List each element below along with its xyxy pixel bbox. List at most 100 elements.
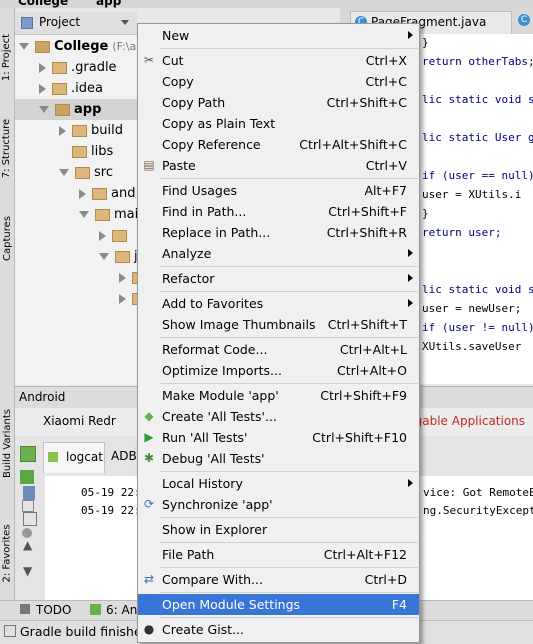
compare-icon: ⇄ [143,572,155,586]
menu-item-shortcut: Ctrl+Shift+F9 [320,388,407,403]
chevron-down-icon[interactable] [19,43,29,50]
menu-item-show-image-thumbnails[interactable]: Show Image Thumbnails Ctrl+Shift+T [138,314,419,335]
chevron-right-icon[interactable] [39,83,46,94]
menu-item-label: Reformat Code... [162,342,268,357]
tree-item[interactable]: College (F:\ab [15,36,143,57]
menu-item-shortcut: Ctrl+Alt+O [337,363,407,378]
project-icon [21,17,33,29]
menu-item-optimize-imports[interactable]: Optimize Imports... Ctrl+Alt+O [138,360,419,381]
breadcrumb: College app [0,0,533,8]
chevron-down-icon[interactable] [59,169,69,176]
menu-separator [160,178,418,179]
menu-item-debug-all-tests[interactable]: ✱ Debug 'All Tests' [138,448,419,469]
java-class-icon[interactable]: C [518,14,530,26]
arrow-down-icon[interactable]: ▼ [23,564,32,578]
menu-item-shortcut: Ctrl+Alt+L [339,342,407,357]
chevron-right-icon[interactable] [59,125,66,136]
camera-icon[interactable] [22,500,34,512]
sync-icon: ⟳ [143,497,155,511]
folder-icon [72,124,87,137]
menu-item-label: File Path [162,547,215,562]
menu-item-label: Debug 'All Tests' [162,451,265,466]
tool-tab-captures[interactable]: Captures [0,208,14,268]
menu-item-create-all-tests[interactable]: ◆ Create 'All Tests'... [138,406,419,427]
menu-item-make-module-app[interactable]: Make Module 'app' Ctrl+Shift+F9 [138,385,419,406]
menu-item-copy-reference[interactable]: Copy Reference Ctrl+Alt+Shift+C [138,134,419,155]
menu-item-paste[interactable]: ▤ Paste Ctrl+V [138,155,419,176]
project-view-selector[interactable]: Project [39,15,80,29]
chevron-down-icon[interactable] [99,253,109,260]
menu-item-label: Create 'All Tests'... [162,409,277,424]
folder-icon [115,250,130,263]
menu-separator [160,266,418,267]
chevron-down-icon[interactable] [79,211,89,218]
trash-icon[interactable] [23,486,35,500]
menu-item-create-gist[interactable]: ● Create Gist... [138,619,419,640]
chevron-down-icon[interactable] [121,20,129,25]
menu-item-reformat-code[interactable]: Reformat Code... Ctrl+Alt+L [138,339,419,360]
status-icon[interactable] [4,625,16,637]
log-line-message: ng.SecurityExceptio [423,504,533,517]
tool-tab-structure[interactable]: 7: Structure [0,108,14,188]
menu-separator [160,567,418,568]
menu-item-label: Refactor [162,271,215,286]
record-icon[interactable] [22,528,32,538]
run-icon[interactable] [20,446,36,462]
menu-item-cut[interactable]: ✂ Cut Ctrl+X [138,50,419,71]
menu-item-local-history[interactable]: Local History [138,473,419,494]
arrow-up-icon[interactable]: ▲ [23,538,32,552]
code-line: if (user == null) [422,169,533,182]
breadcrumb-app[interactable]: app [96,0,121,8]
menu-item-label: Create Gist... [162,622,245,637]
menu-item-find-in-path[interactable]: Find in Path... Ctrl+Shift+F [138,201,419,222]
menu-item-shortcut: Ctrl+Alt+Shift+C [299,137,407,152]
menu-separator [160,542,418,543]
logcat-toolbar: ▲ ▼ [15,476,45,600]
tool-tab-project[interactable]: 1: Project [0,22,14,92]
menu-item-open-module-settings[interactable]: Open Module Settings F4 [138,594,419,615]
debuggable-apps-selector[interactable]: ggable Applications [407,414,525,428]
tab-logcat[interactable]: logcat [43,442,105,473]
menu-item-label: Make Module 'app' [162,388,279,403]
chevron-right-icon[interactable] [79,188,86,199]
menu-item-add-to-favorites[interactable]: Add to Favorites [138,293,419,314]
menu-item-label: Find in Path... [162,204,247,219]
menu-item-copy-path[interactable]: Copy Path Ctrl+Shift+C [138,92,419,113]
folder-icon [95,208,110,221]
menu-item-shortcut: Ctrl+Shift+F [328,204,407,219]
menu-item-copy[interactable]: Copy Ctrl+C [138,71,419,92]
menu-item-new[interactable]: New [138,25,419,46]
tool-tab-build-variants[interactable]: Build Variants [0,403,14,483]
menu-item-replace-in-path[interactable]: Replace in Path... Ctrl+Shift+R [138,222,419,243]
device-selector[interactable]: Xiaomi Redr [43,414,116,428]
tool-tab-favorites[interactable]: 2: Favorites [0,513,14,593]
breadcrumb-college[interactable]: College [18,0,68,8]
chevron-right-icon[interactable] [119,272,126,283]
tab-adb[interactable]: ADB [111,449,137,463]
clipboard-icon: ▤ [143,158,155,172]
menu-item-analyze[interactable]: Analyze [138,243,419,264]
scroll-end-icon[interactable] [23,512,37,526]
android-icon[interactable] [20,470,34,484]
chevron-right-icon[interactable] [39,62,46,73]
chevron-right-icon[interactable] [99,230,106,241]
menu-item-copy-as-plain-text[interactable]: Copy as Plain Text [138,113,419,134]
menu-item-find-usages[interactable]: Find Usages Alt+F7 [138,180,419,201]
menu-item-refactor[interactable]: Refactor [138,268,419,289]
chevron-down-icon[interactable] [39,106,49,113]
menu-item-label: Paste [162,158,196,173]
chevron-right-icon[interactable] [119,293,126,304]
menu-item-label: Compare With... [162,572,263,587]
menu-item-synchronize-app[interactable]: ⟳ Synchronize 'app' [138,494,419,515]
folder-icon [55,103,70,116]
scissors-icon: ✂ [143,53,155,67]
menu-item-run-all-tests[interactable]: ▶ Run 'All Tests' Ctrl+Shift+F10 [138,427,419,448]
folder-icon [92,187,107,200]
menu-item-file-path[interactable]: File Path Ctrl+Alt+F12 [138,544,419,565]
menu-item-compare-with[interactable]: ⇄ Compare With... Ctrl+D [138,569,419,590]
menu-item-show-in-explorer[interactable]: Show in Explorer [138,519,419,540]
code-line: } [422,36,429,49]
tree-item-label: .gradle [71,60,117,75]
code-editor[interactable]: } return otherTabs; lic static void s lic s… [420,34,533,384]
tool-tab-todo[interactable]: TODO [36,603,71,617]
